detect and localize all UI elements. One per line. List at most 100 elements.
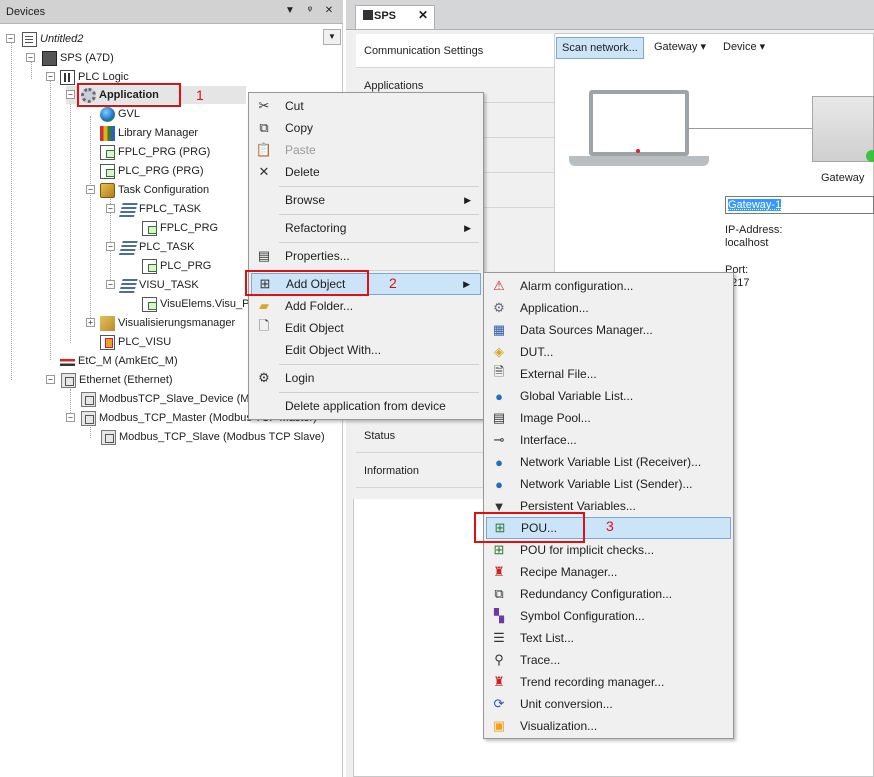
menu-item-edit-object[interactable]: 🗋 Edit Object [251, 317, 481, 339]
etc-device-icon [60, 353, 75, 369]
submenu-item-data-sources-manager[interactable]: ▦ Data Sources Manager... [486, 319, 731, 341]
submenu-item-nvl-receiver[interactable]: ● Network Variable List (Receiver)... [486, 451, 731, 473]
submenu-item-nvl-sender[interactable]: ● Network Variable List (Sender)... [486, 473, 731, 495]
tree-node-untitled2[interactable]: − Untitled2 [6, 30, 83, 48]
submenu-item-external-file[interactable]: 🗎 External File... [486, 363, 731, 385]
device-menu-button[interactable]: Device ▾ [718, 37, 770, 59]
menu-item-label: Login [285, 371, 315, 385]
tree-node-plc-visu[interactable]: PLC_VISU [100, 333, 171, 351]
submenu-item-dut[interactable]: ◈ DUT... [486, 341, 731, 363]
collapse-icon[interactable]: − [106, 204, 115, 213]
tree-node-label: GVL [118, 108, 141, 120]
menu-item-label: Persistent Variables... [520, 499, 636, 513]
data-sources-icon: ▦ [492, 322, 506, 337]
pou-icon [100, 144, 115, 160]
annotation-label-3: 3 [606, 518, 614, 534]
menu-item-add-folder[interactable]: ▰ Add Folder... [251, 295, 481, 317]
tree-node-plc-prg[interactable]: PLC_PRG (PRG) [100, 162, 204, 180]
submenu-item-alarm-configuration[interactable]: ⚠ Alarm configuration... [486, 275, 731, 297]
submenu-item-text-list[interactable]: ☰ Text List... [486, 627, 731, 649]
ip-address-value: localhost [725, 237, 769, 249]
scissors-icon: ✂ [258, 98, 270, 113]
alarm-icon: ⚠ [493, 278, 505, 293]
modbus-device-icon [81, 391, 96, 407]
menu-item-label: Global Variable List... [520, 389, 634, 403]
submenu-item-trend-recording-manager[interactable]: ♜ Trend recording manager... [486, 671, 731, 693]
submenu-item-recipe-manager[interactable]: ♜ Recipe Manager... [486, 561, 731, 583]
panel-menu-icon[interactable]: ▼ [283, 4, 297, 18]
nav-communication-settings[interactable]: Communication Settings [356, 34, 554, 68]
menu-item-edit-object-with[interactable]: Edit Object With... [251, 339, 481, 361]
tree-node-library-manager[interactable]: Library Manager [100, 124, 198, 142]
menu-item-label: Trend recording manager... [520, 675, 665, 689]
submenu-item-interface[interactable]: ⊸ Interface... [486, 429, 731, 451]
submenu-item-redundancy-configuration[interactable]: ⧉ Redundancy Configuration... [486, 583, 731, 605]
menu-item-login[interactable]: ⚙ Login [251, 367, 481, 389]
tree-node-label: PLC_TASK [139, 241, 195, 253]
gateway-menu-button[interactable]: Gateway ▾ [649, 37, 711, 59]
collapse-icon[interactable]: − [106, 280, 115, 289]
tab-close-icon[interactable]: ✕ [418, 8, 428, 22]
submenu-item-visualization[interactable]: ▣ Visualization... [486, 715, 731, 737]
plc-logic-icon [60, 69, 75, 85]
submenu-item-application[interactable]: ⚙ Application... [486, 297, 731, 319]
task-icon [118, 239, 139, 255]
tree-guide [90, 116, 91, 324]
tree-node-etc-m[interactable]: EtC_M (AmkEtC_M) [60, 352, 178, 370]
tree-node-fplc-task[interactable]: − FPLC_TASK [106, 200, 201, 218]
context-menu: ✂ Cut ⧉ Copy 📋 Paste ✕ Delete Browse ▶ Refact… [248, 92, 484, 420]
tree-node-visuelems[interactable]: VisuElems.Visu_Pr [142, 295, 253, 313]
expand-icon[interactable]: + [86, 318, 95, 327]
collapse-icon[interactable]: − [86, 185, 95, 194]
gateway-name-field[interactable]: Gateway-1 [725, 196, 874, 214]
collapse-icon[interactable]: − [6, 34, 15, 43]
tree-node-visualisierungsmanager[interactable]: + Visualisierungsmanager [86, 314, 235, 332]
submenu-item-image-pool[interactable]: ▤ Image Pool... [486, 407, 731, 429]
menu-item-delete-application[interactable]: Delete application from device [251, 395, 481, 417]
tree-node-gvl[interactable]: GVL [100, 105, 140, 123]
tree-node-fplc-prg[interactable]: FPLC_PRG (PRG) [100, 143, 210, 161]
tree-node-label: FPLC_PRG (PRG) [118, 146, 211, 158]
tree-node-task-configuration[interactable]: − Task Configuration [86, 181, 209, 199]
pin-icon[interactable]: ᵠ [303, 4, 317, 18]
login-icon: ⚙ [258, 370, 270, 385]
tree-node-sps[interactable]: − SPS (A7D) [26, 49, 114, 67]
tree-node-label: Visualisierungsmanager [118, 317, 236, 329]
menu-item-cut[interactable]: ✂ Cut [251, 95, 481, 117]
menu-item-properties[interactable]: ▤ Properties... [251, 245, 481, 267]
tree-node-visu-task[interactable]: − VISU_TASK [106, 276, 199, 294]
ip-address-label: IP-Address: [725, 224, 783, 236]
collapse-icon[interactable]: − [46, 72, 55, 81]
submenu-item-symbol-configuration[interactable]: ▚ Symbol Configuration... [486, 605, 731, 627]
tree-node-plc-task[interactable]: − PLC_TASK [106, 238, 194, 256]
gateway-label: Gateway [821, 172, 865, 184]
collapse-icon[interactable]: − [106, 242, 115, 251]
tree-node-plc-prg-call[interactable]: PLC_PRG [142, 257, 211, 275]
annotation-box-2 [245, 270, 369, 296]
gateway-device-icon[interactable] [812, 96, 874, 162]
tree-dropdown-button[interactable]: ▼ [323, 29, 341, 45]
close-icon[interactable]: ✕ [322, 4, 336, 18]
menu-item-paste[interactable]: 📋 Paste [251, 139, 481, 161]
menu-item-copy[interactable]: ⧉ Copy [251, 117, 481, 139]
tree-node-modbus-slave-device[interactable]: ModbusTCP_Slave_Device (Mo [81, 390, 256, 408]
tree-node-ethernet[interactable]: − Ethernet (Ethernet) [46, 371, 173, 389]
menu-item-delete[interactable]: ✕ Delete [251, 161, 481, 183]
submenu-item-trace[interactable]: ⚲ Trace... [486, 649, 731, 671]
tree-node-modbus-tcp-slave[interactable]: Modbus_TCP_Slave (Modbus TCP Slave) [101, 428, 325, 446]
submenu-item-global-variable-list[interactable]: ● Global Variable List... [486, 385, 731, 407]
menu-item-label: Paste [285, 143, 316, 157]
menu-item-browse[interactable]: Browse ▶ [251, 189, 481, 211]
menu-item-label: Copy [285, 121, 314, 135]
collapse-icon[interactable]: − [66, 413, 75, 422]
scan-network-button[interactable]: Scan network... [556, 37, 644, 59]
tree-node-fplc-prg-call[interactable]: FPLC_PRG [142, 219, 218, 237]
menu-item-refactoring[interactable]: Refactoring ▶ [251, 217, 481, 239]
tree-node-label: EtC_M (AmkEtC_M) [78, 355, 178, 367]
gateway-status-icon [866, 150, 874, 162]
submenu-item-unit-conversion[interactable]: ⟳ Unit conversion... [486, 693, 731, 715]
menu-item-label: Image Pool... [520, 411, 591, 425]
collapse-icon[interactable]: − [66, 90, 75, 99]
collapse-icon[interactable]: − [26, 53, 35, 62]
collapse-icon[interactable]: − [46, 375, 55, 384]
